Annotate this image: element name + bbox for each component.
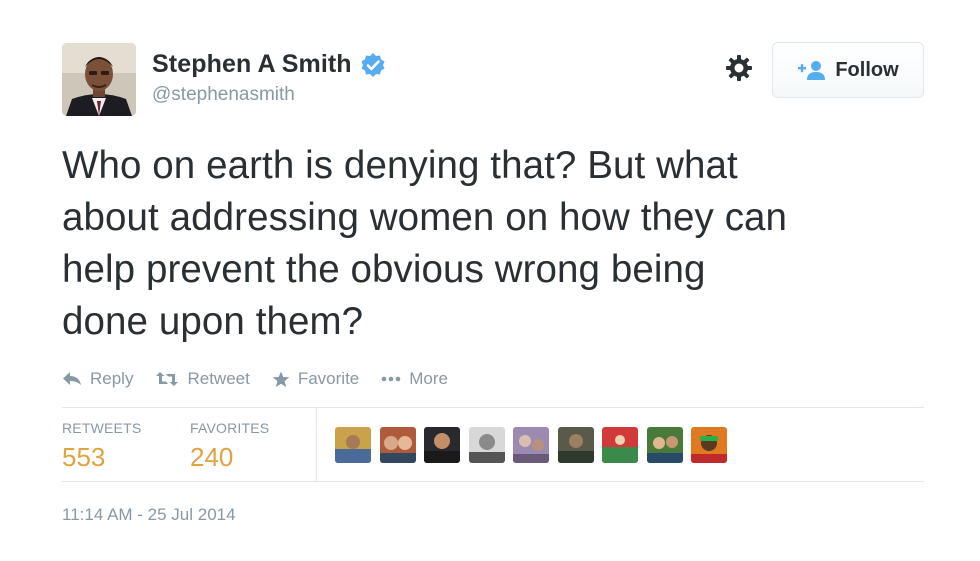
favorite-label: Favorite <box>297 369 360 388</box>
retweets-stat-value: 553 <box>62 442 106 472</box>
favoriter-avatar[interactable] <box>646 427 683 463</box>
tweet-text-line: Who on earth is denying that? But what <box>62 144 738 187</box>
favoriter-avatar[interactable] <box>468 427 505 463</box>
reply-button[interactable]: Reply <box>62 369 133 389</box>
more-button[interactable]: More <box>381 369 448 389</box>
stats-separator <box>316 408 317 481</box>
reply-label: Reply <box>90 369 134 388</box>
author-name[interactable]: Stephen A Smith <box>152 50 352 79</box>
reply-icon <box>63 372 81 385</box>
favorites-stat[interactable]: FAVORITES 240 <box>190 420 269 473</box>
verified-badge-icon <box>360 52 386 78</box>
tweet-text-line: help prevent the obvious wrong being <box>62 248 706 291</box>
retweet-icon <box>156 372 179 386</box>
retweets-stat-label: RETWEETS <box>62 420 142 436</box>
author-name-row: Stephen A Smith <box>152 50 386 79</box>
tweet-timestamp[interactable]: 11:14 AM - 25 Jul 2014 <box>62 505 236 525</box>
gear-icon[interactable] <box>724 53 754 83</box>
stats-divider-top <box>62 407 924 408</box>
favoriter-avatar[interactable] <box>513 427 549 463</box>
follow-button-label: Follow <box>835 58 899 81</box>
author-avatar[interactable] <box>62 43 136 116</box>
tweet-text: Who on earth is denying that? But what a… <box>62 140 942 348</box>
favoriter-avatar[interactable] <box>557 427 594 463</box>
retweet-button[interactable]: Retweet <box>155 369 250 389</box>
favoriter-avatar[interactable] <box>691 427 727 463</box>
tweet-text-line: done upon them? <box>62 300 364 343</box>
retweets-stat[interactable]: RETWEETS 553 <box>62 420 141 473</box>
favoriter-avatar[interactable] <box>335 427 371 463</box>
follow-button[interactable]: Follow <box>772 42 924 98</box>
favorite-button[interactable]: Favorite <box>272 369 359 389</box>
favoriter-avatar[interactable] <box>379 427 416 463</box>
stats-divider-bottom <box>62 481 924 482</box>
favoriter-avatar[interactable] <box>424 427 460 463</box>
more-label: More <box>409 369 448 388</box>
tweet-actions: Reply Retweet Favorite More <box>62 369 470 389</box>
more-dots-icon <box>381 376 401 382</box>
favoriter-avatars <box>335 427 736 463</box>
author-handle[interactable]: @stephenasmith <box>152 84 295 106</box>
favorites-stat-label: FAVORITES <box>190 420 270 436</box>
follow-user-plus-icon <box>797 59 827 81</box>
retweet-label: Retweet <box>187 369 250 388</box>
favoriter-avatar[interactable] <box>602 427 638 463</box>
star-icon <box>272 371 290 387</box>
favorites-stat-value: 240 <box>190 442 234 472</box>
tweet-text-line: about addressing women on how they can <box>62 196 788 239</box>
